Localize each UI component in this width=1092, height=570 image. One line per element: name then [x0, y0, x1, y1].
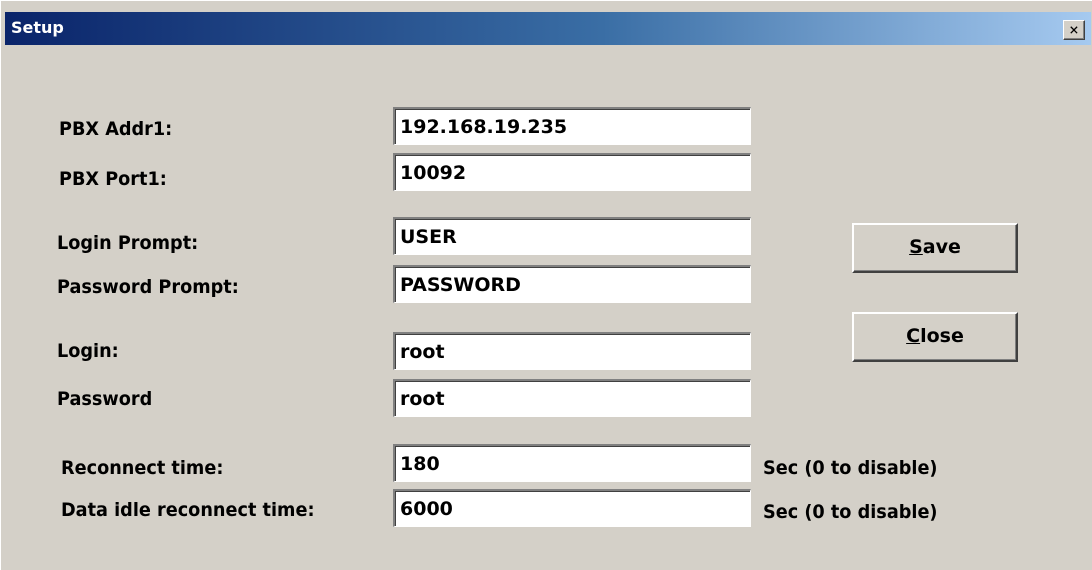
reconnect-time-label: Reconnect time: — [61, 457, 224, 479]
close-button-mnemonic: C — [906, 325, 921, 347]
reconnect-time-unit: Sec (0 to disable) — [763, 457, 938, 479]
close-window-button[interactable]: × — [1063, 20, 1085, 40]
window-title: Setup — [11, 18, 64, 37]
reconnect-time-field[interactable] — [393, 444, 751, 482]
pbx-addr1-field[interactable] — [393, 107, 751, 145]
save-button[interactable]: Save — [852, 223, 1018, 273]
save-button-mnemonic: S — [909, 236, 923, 258]
login-prompt-label: Login Prompt: — [57, 232, 199, 254]
login-field[interactable] — [393, 332, 751, 370]
password-field[interactable] — [393, 379, 751, 417]
password-prompt-label: Password Prompt: — [57, 276, 239, 298]
data-idle-reconnect-time-unit: Sec (0 to disable) — [763, 501, 938, 523]
close-icon: × — [1069, 20, 1079, 39]
save-button-label: ave — [922, 236, 961, 258]
data-idle-reconnect-time-field[interactable] — [393, 489, 751, 527]
password-label: Password — [57, 388, 153, 410]
data-idle-reconnect-time-label: Data idle reconnect time: — [61, 499, 315, 521]
login-prompt-field[interactable] — [393, 217, 751, 255]
title-bar[interactable]: Setup × — [5, 12, 1091, 45]
close-button[interactable]: Close — [852, 312, 1018, 362]
pbx-addr1-label: PBX Addr1: — [59, 118, 173, 140]
close-button-label: lose — [920, 325, 964, 347]
password-prompt-field[interactable] — [393, 265, 751, 303]
pbx-port1-field[interactable] — [393, 153, 751, 191]
setup-dialog: Setup × PBX Addr1: PBX Port1: Login Prom… — [0, 0, 1092, 570]
pbx-port1-label: PBX Port1: — [59, 168, 167, 190]
login-label: Login: — [57, 340, 119, 362]
